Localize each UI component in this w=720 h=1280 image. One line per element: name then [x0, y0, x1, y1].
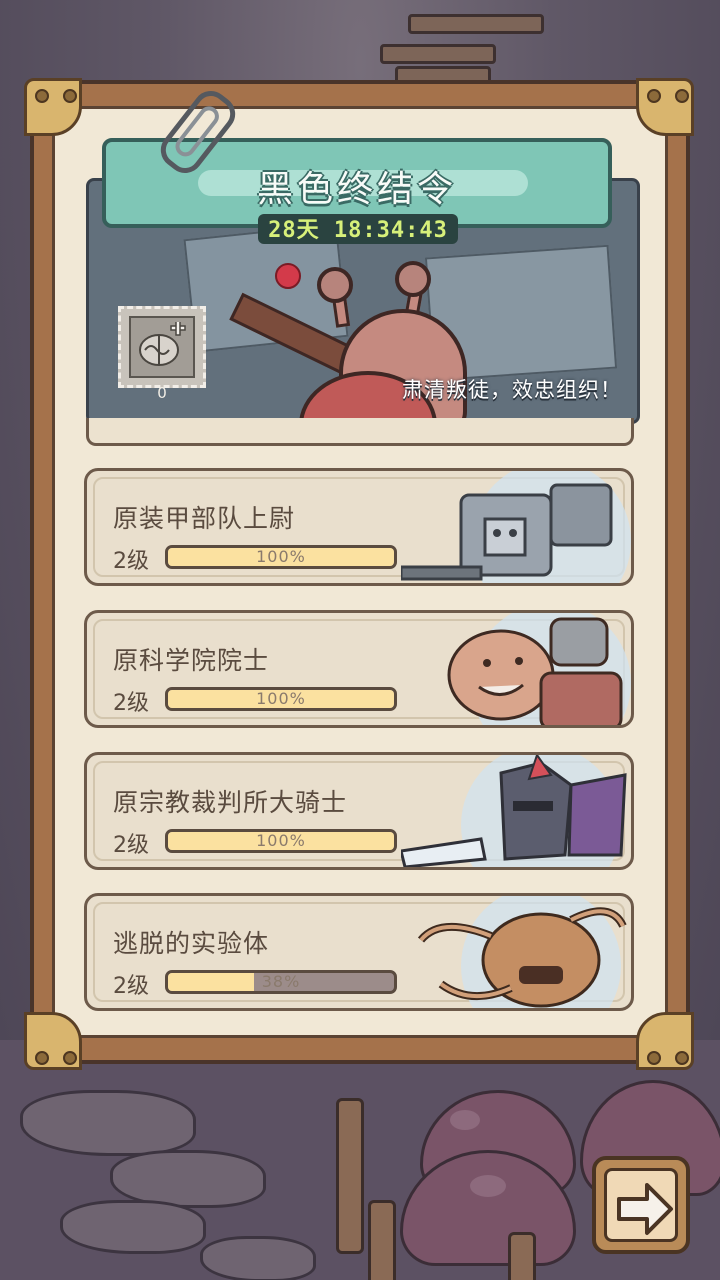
card-level: 2级	[113, 833, 149, 858]
list-item[interactable]: 原装甲部队上尉 2级 100%	[84, 468, 634, 586]
card-name: 逃脱的实验体	[113, 929, 270, 958]
list-item[interactable]: 原科学院院士 2级 100%	[84, 610, 634, 728]
background-plank	[408, 14, 544, 34]
progress-bar: 100%	[165, 545, 397, 569]
background-stone	[200, 1236, 316, 1280]
progress-bar: 100%	[165, 687, 397, 711]
next-button[interactable]	[592, 1156, 690, 1254]
dark-knight-portrait	[401, 755, 627, 867]
corner-bracket	[24, 1012, 82, 1070]
next-button-face	[604, 1168, 678, 1242]
progress-text: 100%	[256, 831, 306, 850]
brain-plus-icon	[129, 316, 195, 378]
brain-item-stamp[interactable]	[118, 306, 206, 388]
card-name: 原科学院院士	[113, 646, 270, 675]
arrow-right-icon	[617, 1183, 673, 1235]
progress-bar: 100%	[165, 829, 397, 853]
pushpin-icon	[275, 263, 301, 289]
mech-soldier-portrait	[401, 471, 631, 583]
corner-bracket	[636, 78, 694, 136]
list-item[interactable]: 原宗教裁判所大骑士 2级 100%	[84, 752, 634, 870]
corner-bracket	[636, 1012, 694, 1070]
cyborg-scientist-portrait	[447, 613, 631, 725]
progress-text: 100%	[256, 547, 306, 566]
background-stake	[368, 1200, 396, 1280]
progress-text: 100%	[256, 689, 306, 708]
tentacle-creature-portrait	[417, 896, 627, 1008]
item-count: 0	[157, 384, 167, 402]
background-stone	[20, 1090, 196, 1156]
background-stone	[60, 1200, 206, 1254]
list-item[interactable]: 逃脱的实验体 2级 38%	[84, 893, 634, 1011]
progress-text: 38%	[261, 972, 301, 991]
background-stake	[336, 1098, 364, 1254]
card-level: 2级	[113, 691, 149, 716]
progress-bar: 38%	[165, 970, 397, 994]
background-stake	[508, 1232, 536, 1280]
card-name: 原宗教裁判所大骑士	[113, 788, 348, 817]
card-level: 2级	[113, 549, 149, 574]
list-item-partial	[86, 418, 634, 446]
slug-eye	[317, 267, 353, 303]
slug-eye	[395, 261, 431, 297]
background-mushroom-spot	[450, 1110, 480, 1130]
card-level: 2级	[113, 974, 149, 999]
background-plank	[380, 44, 496, 64]
card-name: 原装甲部队上尉	[113, 504, 296, 533]
event-countdown: 28天 18:34:43	[268, 218, 448, 243]
background-mushroom-spot	[470, 1175, 506, 1197]
event-slogan: 肃清叛徒，效忠组织！	[402, 378, 622, 402]
